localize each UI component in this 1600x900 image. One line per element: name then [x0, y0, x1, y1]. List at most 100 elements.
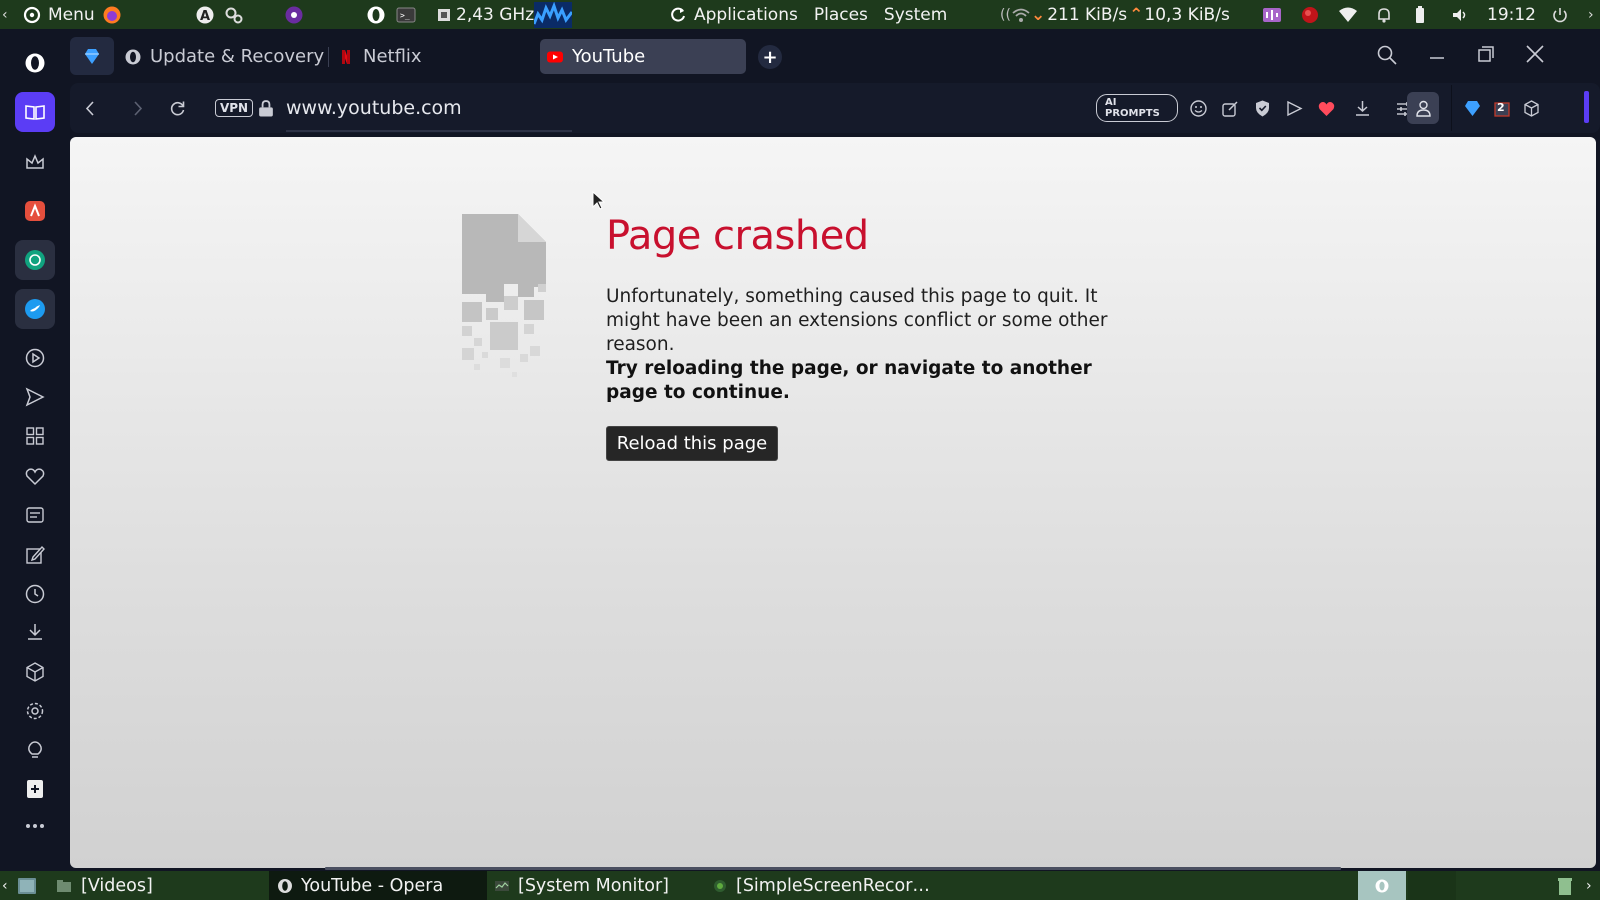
sidebar-speed-dial-button[interactable]	[15, 416, 55, 456]
workspace-switcher-2[interactable]	[1408, 871, 1456, 900]
battery-tray[interactable]	[1410, 0, 1430, 29]
horizontal-scrollbar[interactable]	[325, 867, 1341, 870]
settings-launcher[interactable]	[224, 0, 244, 29]
play-circle-icon	[25, 348, 45, 368]
profile-button[interactable]	[1407, 92, 1439, 124]
sidebar-tips-button[interactable]	[15, 730, 55, 770]
network-speed[interactable]: (( ⌄ 211 KiB/s ⌃ 10,3 KiB/s	[1000, 0, 1230, 29]
downloads-button[interactable]	[1350, 83, 1374, 133]
sidebar-app-launcher[interactable]	[15, 191, 55, 231]
adblock-button[interactable]	[1250, 83, 1274, 133]
sidebar-bookmarks-button[interactable]	[15, 456, 55, 496]
ai-prompts-button[interactable]: AI PROMPTS	[1096, 83, 1178, 133]
restore-icon	[1478, 46, 1494, 62]
sidebar-player-button[interactable]	[15, 338, 55, 378]
sidebar-aria-button[interactable]	[15, 142, 55, 182]
tab-youtube[interactable]: YouTube	[540, 39, 746, 74]
diamond-icon	[85, 49, 99, 64]
send-to-flow-button[interactable]	[1282, 83, 1306, 133]
back-button[interactable]	[78, 83, 102, 133]
reload-button[interactable]	[165, 83, 189, 133]
sidebar-snapshot-button[interactable]	[15, 535, 55, 575]
workspace-switcher-1[interactable]	[1358, 871, 1406, 900]
sidebar-settings-button[interactable]	[15, 691, 55, 731]
places-menu-bar: Applications Places System	[668, 0, 947, 29]
system-load-graph[interactable]	[534, 0, 572, 29]
load-graph-icon	[534, 1, 572, 28]
close-window-button[interactable]	[1524, 43, 1546, 69]
recorder-tray[interactable]	[1300, 0, 1320, 29]
download-speed: 211 KiB/s	[1047, 4, 1128, 25]
power-icon	[1553, 7, 1567, 22]
forward-arrow-icon	[133, 100, 142, 116]
panel-collapse-left-icon[interactable]: ‹	[2, 871, 8, 900]
emoji-button[interactable]	[1186, 83, 1210, 133]
reload-page-button[interactable]: Reload this page	[606, 426, 778, 461]
wallet-extension-button[interactable]	[1460, 83, 1484, 133]
app-a-launcher[interactable]: A	[195, 0, 215, 29]
sidebar-toggle-strip[interactable]	[1584, 91, 1589, 123]
terminal-launcher[interactable]: >_	[396, 0, 416, 29]
cube-icon	[1523, 99, 1539, 117]
task-youtube-opera[interactable]: YouTube - Opera	[269, 871, 487, 900]
crash-title: Page crashed	[606, 213, 869, 259]
restore-button[interactable]	[1475, 43, 1497, 69]
tab-counter-extension[interactable]: 2	[1490, 83, 1514, 133]
crash-description: Unfortunately, something caused this pag…	[606, 286, 1108, 355]
sidebar-workspace-button[interactable]	[15, 92, 55, 132]
opera-menu-button[interactable]	[15, 43, 55, 83]
tab-search-button[interactable]	[1376, 44, 1398, 70]
vpn-badge[interactable]: VPN	[214, 83, 254, 133]
panel-collapse-right-icon[interactable]: ›	[1586, 871, 1592, 900]
top-panel: ‹ Menu A >_ 2,43 GHz Applications Places…	[0, 0, 1600, 29]
gear-icon	[26, 702, 44, 720]
sidebar-add-app-button[interactable]	[15, 769, 55, 809]
download-icon	[1355, 100, 1369, 116]
audio-tray[interactable]	[1262, 0, 1282, 29]
forward-button[interactable]	[125, 83, 149, 133]
cpu-frequency[interactable]: 2,43 GHz	[434, 0, 534, 29]
notifications-tray[interactable]	[1374, 0, 1394, 29]
task-simplescreenrecorder[interactable]: [SimpleScreenRecor…	[712, 871, 932, 900]
panel-collapse-left-icon[interactable]: ‹	[2, 0, 8, 29]
snapshot-button[interactable]	[1218, 83, 1242, 133]
volume-icon	[1453, 8, 1466, 21]
trash-button[interactable]	[1556, 871, 1574, 900]
lock-icon[interactable]	[258, 83, 274, 133]
panel-collapse-right-icon[interactable]: ›	[1588, 0, 1594, 29]
sidebar-extensions-button[interactable]	[15, 652, 55, 692]
clock[interactable]: 19:12	[1487, 0, 1536, 29]
menu-places[interactable]: Places	[814, 5, 868, 25]
task-videos[interactable]: [Videos]	[56, 871, 266, 900]
opera-launcher[interactable]	[366, 0, 386, 29]
volume-tray[interactable]	[1450, 0, 1470, 29]
sidebar-twitter-button[interactable]	[15, 289, 55, 329]
main-menu-button[interactable]: Menu	[22, 0, 95, 29]
sidebar-news-button[interactable]	[15, 495, 55, 535]
opera-icon	[367, 6, 385, 23]
minimize-icon	[1430, 57, 1444, 59]
sidebar-flow-button[interactable]	[15, 377, 55, 417]
menu-system[interactable]: System	[884, 5, 947, 25]
download-arrow-icon: ⌄	[1030, 4, 1046, 25]
sidebar-chatgpt-button[interactable]	[15, 240, 55, 280]
extensions-button[interactable]	[1519, 83, 1543, 133]
sidebar-more-button[interactable]	[15, 806, 55, 846]
menu-applications[interactable]: Applications	[694, 5, 798, 25]
tab-netflix[interactable]: Netflix	[337, 39, 422, 74]
svg-text:>_: >_	[400, 11, 410, 20]
tab-update-recovery[interactable]: Update & Recovery	[124, 39, 324, 74]
workspace-tab-button[interactable]	[70, 37, 114, 75]
power-button[interactable]	[1550, 0, 1570, 29]
podcast-launcher[interactable]	[284, 0, 304, 29]
sidebar-downloads-button[interactable]	[15, 612, 55, 652]
task-system-monitor[interactable]: [System Monitor]	[494, 871, 704, 900]
show-desktop-button[interactable]	[16, 871, 38, 900]
network-tray[interactable]	[1338, 0, 1358, 29]
url-field[interactable]: www.youtube.com	[286, 83, 1106, 133]
sidebar-history-button[interactable]	[15, 574, 55, 614]
firefox-launcher[interactable]	[102, 0, 122, 29]
new-tab-button[interactable]: +	[758, 45, 782, 69]
bookmark-button[interactable]	[1314, 83, 1338, 133]
minimize-button[interactable]	[1426, 44, 1448, 70]
